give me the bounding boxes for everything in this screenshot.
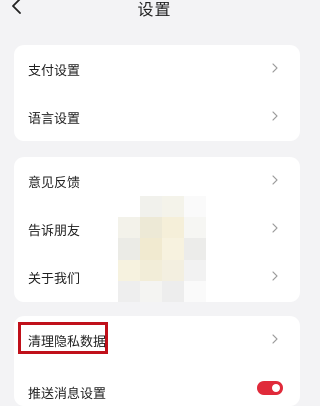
mosaic-tile	[118, 238, 140, 260]
chevron-right-icon	[272, 175, 278, 185]
row-label: 告诉朋友	[28, 224, 81, 239]
mosaic-tile	[118, 217, 140, 239]
chevron-right-icon	[272, 63, 278, 73]
mosaic-tile	[184, 259, 206, 281]
row-label: 关于我们	[28, 272, 81, 287]
mosaic-tile	[140, 280, 162, 302]
mosaic-tile	[140, 196, 162, 218]
row-push-notification-settings: 推送消息设置	[14, 368, 300, 406]
mosaic-tile	[162, 280, 184, 302]
toggle-knob	[272, 384, 280, 392]
row-label: 意见反馈	[28, 176, 81, 191]
mosaic-tile	[162, 238, 184, 260]
mosaic-tile	[162, 196, 184, 218]
mosaic-tile	[184, 196, 206, 218]
mosaic-tile	[184, 280, 206, 302]
page-title: 设置	[137, 0, 172, 19]
row-label: 支付设置	[28, 64, 81, 79]
row-label: 清理隐私数据	[28, 335, 107, 350]
chevron-right-icon	[272, 223, 278, 233]
row-language-settings[interactable]: 语言设置	[14, 93, 300, 141]
chevron-right-icon	[272, 334, 278, 344]
mosaic-tile	[140, 217, 162, 239]
mosaic-tile	[140, 259, 162, 281]
mosaic-tile	[118, 280, 140, 302]
header-bar: 设置	[0, 0, 309, 28]
pixelated-watermark	[118, 196, 206, 302]
mosaic-tile	[162, 259, 184, 281]
row-clear-privacy-data[interactable]: 清理隐私数据	[14, 316, 300, 364]
mosaic-tile	[184, 238, 206, 260]
mosaic-tile	[118, 259, 140, 281]
chevron-right-icon	[272, 111, 278, 121]
row-label: 语言设置	[28, 112, 81, 127]
chevron-right-icon	[272, 271, 278, 281]
mosaic-tile	[118, 196, 140, 218]
row-payment-settings[interactable]: 支付设置	[14, 45, 300, 93]
mosaic-tile	[162, 217, 184, 239]
mosaic-tile	[184, 217, 206, 239]
settings-group-payment-language: 支付设置 语言设置	[14, 45, 300, 141]
mosaic-tile	[140, 238, 162, 260]
